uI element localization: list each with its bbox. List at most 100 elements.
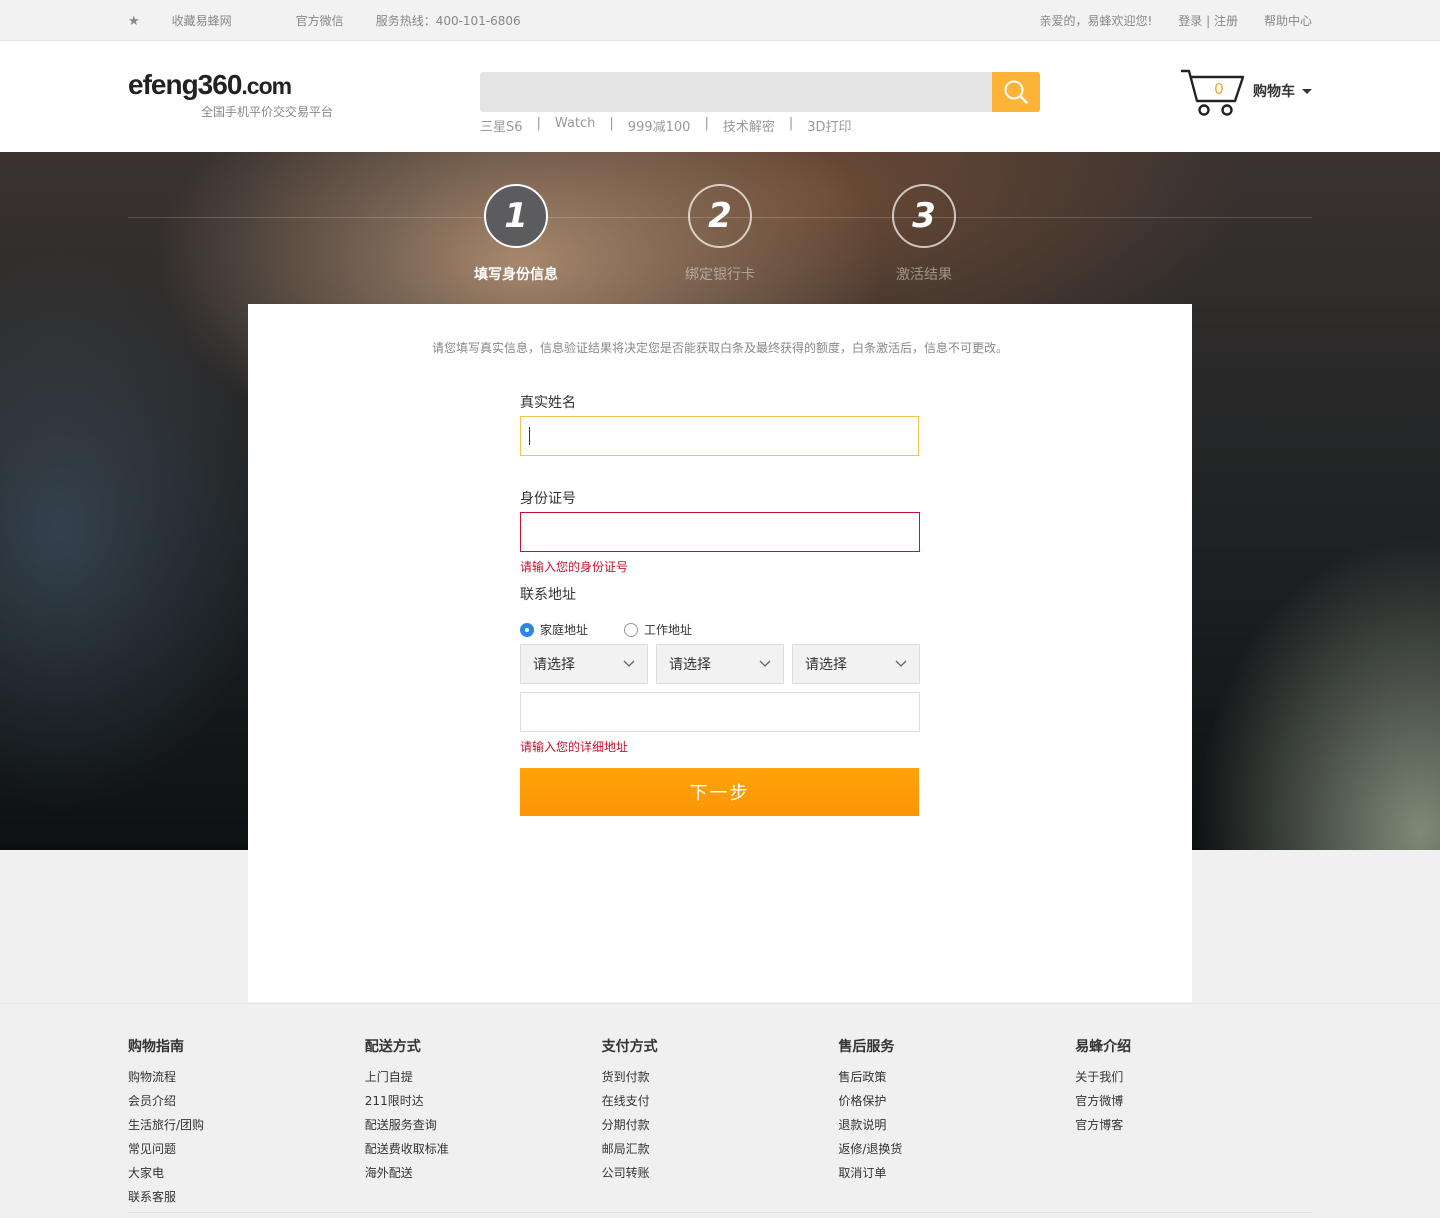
search-bar (480, 72, 1040, 112)
footer-link[interactable]: 货到付款 (602, 1065, 839, 1089)
detail-address-input[interactable] (520, 692, 920, 732)
form-panel: 请您填写真实信息，信息验证结果将决定您是否能获取白条及最终获得的额度，白条激活后… (248, 304, 1192, 1002)
hotword-link[interactable]: 技术解密 (723, 116, 775, 135)
text-caret (529, 427, 530, 445)
name-label: 真实姓名 (520, 395, 576, 411)
footer-link[interactable]: 分期付款 (602, 1113, 839, 1137)
register-link[interactable]: 注册 (1214, 14, 1238, 28)
footer-link[interactable]: 公司转账 (602, 1161, 839, 1185)
id-error: 请输入您的身份证号 (520, 560, 629, 574)
cart-button[interactable]: 0 购物车 (1179, 63, 1312, 119)
address-error: 请输入您的详细地址 (520, 740, 629, 754)
hotline-text: 服务热线：400-101-6806 (375, 13, 521, 28)
id-number-input[interactable] (520, 512, 920, 552)
address-type-group: 家庭地址 工作地址 (520, 621, 692, 638)
chevron-down-icon (759, 660, 771, 667)
progress-steps: 1 填写身份信息 2 绑定银行卡 3 激活结果 (128, 182, 1312, 284)
footer-col-about: 易蜂介绍 关于我们 官方微博 官方博客 (1075, 1036, 1312, 1209)
footer-link[interactable]: 配送服务查询 (365, 1113, 602, 1137)
select-value: 请选择 (669, 657, 711, 673)
auth-links: 登录 | 注册 (1178, 12, 1238, 29)
cart-count: 0 (1215, 81, 1224, 98)
footer-link[interactable]: 常见问题 (128, 1137, 365, 1161)
hotword-link[interactable]: Watch (555, 116, 595, 135)
step-2: 2 绑定银行卡 (660, 184, 780, 284)
search-input[interactable] (480, 72, 992, 112)
step-3: 3 激活结果 (864, 184, 984, 284)
footer-link[interactable]: 在线支付 (602, 1089, 839, 1113)
step-label: 激活结果 (896, 267, 952, 283)
hotword-separator: | (536, 116, 541, 131)
footer-columns: 购物指南 购物流程 会员介绍 生活旅行/团购 常见问题 大家电 联系客服 配送方… (128, 1036, 1312, 1209)
caret-down-icon (1302, 88, 1312, 94)
select-value: 请选择 (805, 657, 847, 673)
hotword-link[interactable]: 三星S6 (480, 116, 523, 135)
footer-link[interactable]: 上门自提 (365, 1065, 602, 1089)
footer-col-title: 易蜂介绍 (1075, 1039, 1132, 1055)
login-link[interactable]: 登录 (1178, 14, 1202, 28)
hotword-separator: | (704, 116, 709, 131)
step-number: 2 (688, 184, 752, 248)
chevron-down-icon (623, 660, 635, 667)
footer-link[interactable]: 海外配送 (365, 1161, 602, 1185)
hotword-link[interactable]: 999减100 (628, 116, 691, 135)
search-button[interactable] (992, 72, 1040, 112)
hotwords: 三星S6 | Watch | 999减100 | 技术解密 | 3D打印 (480, 116, 852, 135)
notice-text: 请您填写真实信息，信息验证结果将决定您是否能获取白条及最终获得的额度，白条激活后… (431, 341, 1008, 355)
footer-link[interactable]: 返修/退换货 (838, 1137, 1075, 1161)
footer-col-title: 支付方式 (601, 1039, 658, 1055)
footer-link[interactable]: 联系客服 (128, 1185, 365, 1209)
welcome-text: 亲爱的，易蜂欢迎您! (1039, 13, 1153, 28)
hotword-link[interactable]: 3D打印 (807, 116, 851, 135)
footer-link[interactable]: 官方微博 (1075, 1089, 1312, 1113)
footer-link[interactable]: 会员介绍 (128, 1089, 365, 1113)
district-select[interactable]: 请选择 (792, 644, 920, 684)
footer-col-title: 配送方式 (364, 1039, 421, 1055)
radio-work[interactable] (624, 622, 639, 637)
footer-link[interactable]: 官方博客 (1075, 1113, 1312, 1137)
cart-label: 购物车 (1253, 84, 1295, 100)
favorite-link[interactable]: ★ 收藏易蜂网 (128, 12, 264, 29)
footer-link[interactable]: 211限时达 (365, 1089, 602, 1113)
search-icon (1004, 80, 1028, 104)
footer-col-aftersales: 售后服务 售后政策 价格保护 退款说明 返修/退换货 取消订单 (838, 1036, 1075, 1209)
auth-divider: | (1206, 13, 1211, 28)
footer-link[interactable]: 价格保护 (838, 1089, 1075, 1113)
cart-icon: 0 (1181, 69, 1245, 116)
site-logo[interactable]: efeng360.com 全国手机平价交交易平台 (128, 69, 333, 119)
province-select[interactable]: 请选择 (520, 644, 648, 684)
radio-work-label[interactable]: 工作地址 (644, 621, 692, 638)
footer-link[interactable]: 购物流程 (128, 1065, 365, 1089)
hotword-separator: | (788, 116, 794, 131)
help-link[interactable]: 帮助中心 (1264, 12, 1312, 29)
footer-divider (128, 1212, 1312, 1213)
radio-home[interactable] (520, 622, 534, 637)
radio-home-label[interactable]: 家庭地址 (540, 621, 588, 638)
footer-link[interactable]: 大家电 (128, 1161, 365, 1185)
footer-link[interactable]: 退款说明 (838, 1113, 1075, 1137)
top-bar: ★ 收藏易蜂网 官方微信 服务热线：400-101-6806 亲爱的，易蜂欢迎您!… (0, 0, 1440, 41)
hotword-separator: | (609, 116, 614, 131)
footer-col-title: 购物指南 (128, 1039, 184, 1055)
next-step-button[interactable]: 下一步 (520, 768, 919, 816)
step-label: 填写身份信息 (474, 267, 558, 283)
wechat-link[interactable]: 官方微信 (296, 12, 344, 29)
footer: 购物指南 购物流程 会员介绍 生活旅行/团购 常见问题 大家电 联系客服 配送方… (0, 1003, 1440, 1218)
footer-link[interactable]: 配送费收取标准 (365, 1137, 602, 1161)
name-input[interactable] (520, 416, 919, 456)
step-1: 1 填写身份信息 (456, 184, 576, 284)
star-icon: ★ (128, 13, 140, 29)
step-number: 3 (892, 184, 956, 248)
footer-col-payment: 支付方式 货到付款 在线支付 分期付款 邮局汇款 公司转账 (602, 1036, 839, 1209)
city-select[interactable]: 请选择 (656, 644, 784, 684)
footer-link[interactable]: 生活旅行/团购 (128, 1113, 365, 1137)
footer-link[interactable]: 售后政策 (838, 1065, 1075, 1089)
footer-link[interactable]: 取消订单 (838, 1161, 1075, 1185)
footer-link[interactable]: 邮局汇款 (602, 1137, 839, 1161)
footer-col-title: 售后服务 (838, 1039, 895, 1055)
footer-link[interactable]: 关于我们 (1075, 1065, 1312, 1089)
region-selects: 请选择 请选择 请选择 (520, 644, 920, 684)
logo-name: efeng360 (128, 69, 242, 100)
address-label: 联系地址 (520, 587, 576, 603)
select-value: 请选择 (533, 657, 575, 673)
